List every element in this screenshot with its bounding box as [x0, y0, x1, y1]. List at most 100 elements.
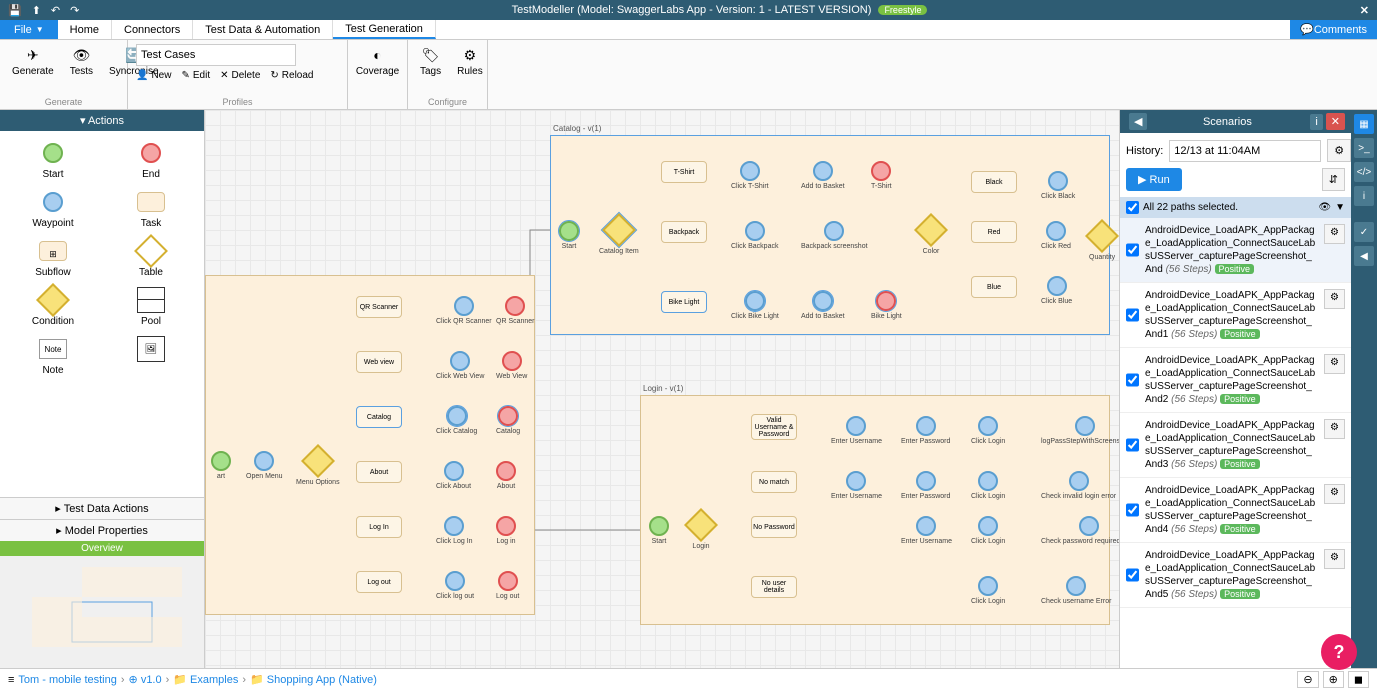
- close-panel-icon[interactable]: ✕: [1326, 113, 1345, 130]
- palette-waypoint[interactable]: Waypoint: [8, 188, 98, 229]
- scenario-row[interactable]: AndroidDevice_LoadAPK_AppPackage_LoadApp…: [1120, 283, 1351, 348]
- model-properties[interactable]: ▸ Model Properties: [0, 519, 204, 541]
- scenario-row[interactable]: AndroidDevice_LoadAPK_AppPackage_LoadApp…: [1120, 543, 1351, 608]
- scenario-gear-icon[interactable]: ⚙: [1324, 354, 1345, 374]
- ribbon: ✈Generate 👁Tests 🔄Syncronise Generate 👤 …: [0, 40, 1377, 110]
- palette-task[interactable]: Task: [106, 188, 196, 229]
- new-button[interactable]: 👤 New: [136, 70, 171, 81]
- generate-button[interactable]: ✈Generate: [8, 44, 58, 79]
- right-icon-rail: ▦ >_ </> i ✓ ◀: [1351, 110, 1377, 668]
- scenario-checkbox[interactable]: [1126, 224, 1139, 276]
- reload-button[interactable]: ↻ Reload: [270, 70, 313, 81]
- rail-code-icon[interactable]: </>: [1354, 162, 1374, 182]
- freestyle-badge: Freestyle: [878, 5, 927, 15]
- test-data-actions[interactable]: ▸ Test Data Actions: [0, 497, 204, 519]
- history-settings-icon[interactable]: ⚙: [1327, 139, 1351, 162]
- scenario-row[interactable]: AndroidDevice_LoadAPK_AppPackage_LoadApp…: [1120, 218, 1351, 283]
- delete-button[interactable]: ✕ Delete: [220, 70, 260, 81]
- tests-button[interactable]: 👁Tests: [66, 44, 97, 79]
- overview-thumbnail[interactable]: [0, 556, 204, 669]
- testcases-input[interactable]: [136, 44, 296, 66]
- tab-home[interactable]: Home: [58, 20, 112, 39]
- rail-check-icon[interactable]: ✓: [1354, 222, 1374, 242]
- close-icon[interactable]: ✕: [1352, 4, 1377, 17]
- rules-icon: ⚙: [461, 46, 479, 64]
- tab-testgen[interactable]: Test Generation: [333, 20, 436, 39]
- info-icon[interactable]: i: [1310, 114, 1322, 130]
- palette-note[interactable]: NoteNote: [8, 335, 98, 376]
- scenario-gear-icon[interactable]: ⚙: [1324, 549, 1345, 569]
- scenario-gear-icon[interactable]: ⚙: [1324, 224, 1345, 244]
- palette-image[interactable]: 🖼: [106, 335, 196, 376]
- scenario-steps: (56 Steps): [1171, 329, 1217, 340]
- menu-subflow[interactable]: art Open Menu Menu Options QR Scanner Cl…: [205, 275, 535, 615]
- zoom-out-icon[interactable]: ⊖: [1297, 671, 1318, 688]
- eye-icon[interactable]: 👁: [1318, 202, 1331, 213]
- scenario-checkbox[interactable]: [1126, 289, 1139, 341]
- comments-button[interactable]: 💬 Comments: [1290, 20, 1377, 39]
- scenarios-panel: ◀ Scenarios i ✕ History: ⚙ ▶ Run ⇵ All 2…: [1119, 110, 1351, 668]
- filter-icon[interactable]: ▼: [1335, 202, 1345, 213]
- redo-icon[interactable]: ↷: [70, 4, 79, 17]
- scenario-checkbox[interactable]: [1126, 549, 1139, 601]
- scenario-row[interactable]: AndroidDevice_LoadAPK_AppPackage_LoadApp…: [1120, 348, 1351, 413]
- rail-terminal-icon[interactable]: >_: [1354, 138, 1374, 158]
- crumb-folder[interactable]: 📁 Examples: [169, 673, 242, 686]
- undo-icon[interactable]: ↶: [51, 4, 60, 17]
- zoom-in-icon[interactable]: ⊕: [1323, 671, 1344, 688]
- scenario-gear-icon[interactable]: ⚙: [1324, 289, 1345, 309]
- scenario-steps: (56 Steps): [1166, 264, 1212, 275]
- history-label: History:: [1126, 145, 1163, 157]
- scenario-checkbox[interactable]: [1126, 354, 1139, 406]
- palette-end[interactable]: End: [106, 139, 196, 180]
- save-icon[interactable]: 💾: [8, 4, 22, 17]
- scenario-gear-icon[interactable]: ⚙: [1324, 484, 1345, 504]
- history-input[interactable]: [1169, 140, 1321, 162]
- rules-button[interactable]: ⚙Rules: [453, 44, 487, 79]
- rail-info-icon[interactable]: i: [1354, 186, 1374, 206]
- scenario-row[interactable]: AndroidDevice_LoadAPK_AppPackage_LoadApp…: [1120, 478, 1351, 543]
- group-label: Configure: [408, 97, 487, 107]
- crumb-model[interactable]: 📁 Shopping App (Native): [246, 673, 381, 686]
- crumb-user[interactable]: Tom - mobile testing: [14, 674, 120, 686]
- scenario-badge: Positive: [1220, 394, 1260, 404]
- rail-back-icon[interactable]: ◀: [1354, 246, 1374, 266]
- help-fab[interactable]: ?: [1321, 634, 1357, 670]
- crumb-version[interactable]: ⊕ v1.0: [125, 673, 166, 686]
- actions-header[interactable]: ▾ Actions: [0, 110, 204, 131]
- tab-connectors[interactable]: Connectors: [112, 20, 193, 39]
- run-button[interactable]: ▶ Run: [1126, 168, 1182, 191]
- scenario-row[interactable]: AndroidDevice_LoadAPK_AppPackage_LoadApp…: [1120, 413, 1351, 478]
- menubar: File ▼ Home Connectors Test Data & Autom…: [0, 20, 1377, 40]
- scenario-steps: (56 Steps): [1171, 524, 1217, 535]
- scenario-checkbox[interactable]: [1126, 419, 1139, 471]
- palette-table[interactable]: Table: [106, 237, 196, 278]
- upload-icon[interactable]: ⬆: [32, 4, 41, 17]
- edit-button[interactable]: ✎ Edit: [181, 70, 210, 81]
- file-menu[interactable]: File ▼: [0, 20, 58, 39]
- login-subflow[interactable]: Login - v(1) Start Login Valid Username …: [640, 395, 1110, 625]
- rail-scenarios-icon[interactable]: ▦: [1354, 114, 1374, 134]
- app-title: TestModeller: [512, 4, 574, 16]
- share-icon[interactable]: ⇵: [1322, 168, 1345, 191]
- all-paths-checkbox[interactable]: [1126, 201, 1139, 214]
- group-label: Profiles: [128, 97, 347, 107]
- tags-button[interactable]: 🏷Tags: [416, 44, 445, 79]
- catalog-subflow[interactable]: Catalog - v(1) Start Catalog Item T-Shir…: [550, 135, 1110, 335]
- tab-testdata[interactable]: Test Data & Automation: [193, 20, 333, 39]
- scenario-badge: Positive: [1220, 459, 1260, 469]
- palette-condition[interactable]: Condition: [8, 286, 98, 327]
- zoom-fit-icon[interactable]: ◼: [1348, 671, 1369, 688]
- scenario-badge: Positive: [1220, 329, 1260, 339]
- overview-header: Overview: [0, 541, 204, 556]
- scenario-gear-icon[interactable]: ⚙: [1324, 419, 1345, 439]
- palette-pool[interactable]: Pool: [106, 286, 196, 327]
- palette-start[interactable]: Start: [8, 139, 98, 180]
- plane-icon: ✈: [24, 46, 42, 64]
- tag-icon: 🏷: [422, 46, 440, 64]
- scenario-checkbox[interactable]: [1126, 484, 1139, 536]
- canvas[interactable]: art Open Menu Menu Options QR Scanner Cl…: [205, 110, 1119, 668]
- palette-subflow[interactable]: ⊞Subflow: [8, 237, 98, 278]
- coverage-button[interactable]: ◐Coverage: [356, 44, 399, 79]
- collapse-icon[interactable]: ◀: [1129, 113, 1147, 130]
